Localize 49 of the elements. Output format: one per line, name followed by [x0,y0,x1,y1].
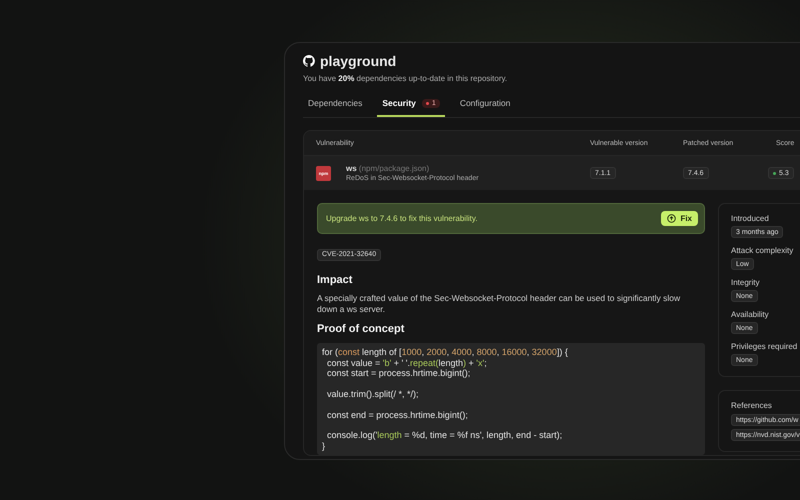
code-token: = %d, time = %f ns', length, end - start); [403,430,562,440]
tab[interactable]: Dependencies [303,94,368,117]
code-token: 'b' [382,358,392,368]
section-heading: Impact [317,274,354,286]
code-token: + ' '. [392,358,410,368]
code-token: , [496,347,500,358]
section-paragraph: A specially crafted value of the Sec-Websocket-Protocol header can be used to significantly slow down a ws server. [317,293,682,314]
code-token: value.trim().split(/ *, */); [326,388,419,399]
code-token: ]) { [556,347,568,358]
code-token: repeat( [410,358,438,368]
code-token: , [446,347,450,358]
code-token: for ( [322,347,338,358]
code-token: 8000 [476,347,497,358]
upload-icon [667,214,676,223]
code-token: const start = process.hrtime.bigint(); [326,368,470,378]
code-token: , [472,347,476,358]
fact-label: Attack complexity [731,246,794,255]
tab[interactable]: Configuration [454,94,516,117]
code-token: 32000 [532,347,557,358]
code-token: , [526,347,530,358]
fact-label: Privileges required [731,342,798,351]
repository-title: playground [320,53,396,69]
code-token: ; [484,358,487,368]
package-name: ws (npm/package.json) [346,164,430,173]
code-token: 1000 [402,347,422,358]
code-token: const end = process.hrtime.bigint(); [326,410,468,420]
code-token: ) [463,358,466,368]
fix-button[interactable]: Fix [661,211,698,226]
summary-text: You have 20% dependencies up-to-date in this repository. [303,74,508,83]
code-token: 'x' [476,358,484,368]
github-icon [303,55,315,67]
code-token: length [377,430,402,440]
code-token: const [338,347,360,358]
section-heading: Proof of concept [317,323,406,336]
code-token: , [422,347,426,358]
references-label: References [731,401,773,410]
code-token: } [322,440,326,451]
code-token: length [438,358,464,368]
code-token: 2000 [426,347,447,358]
banner-text: Upgrade ws to 7.4.6 to fix this vulnerability. [326,214,478,223]
code-token: const value = [326,358,382,368]
fact-label: Availability [731,310,770,319]
code-token: length of [ [361,347,402,358]
code-token: 16000 [502,347,527,358]
code-token: + [468,358,475,368]
code-token: console.log(' [326,430,378,440]
fact-label: Integrity [731,278,760,287]
code-token: 4000 [452,347,472,358]
fact-label: Introduced [731,214,770,223]
